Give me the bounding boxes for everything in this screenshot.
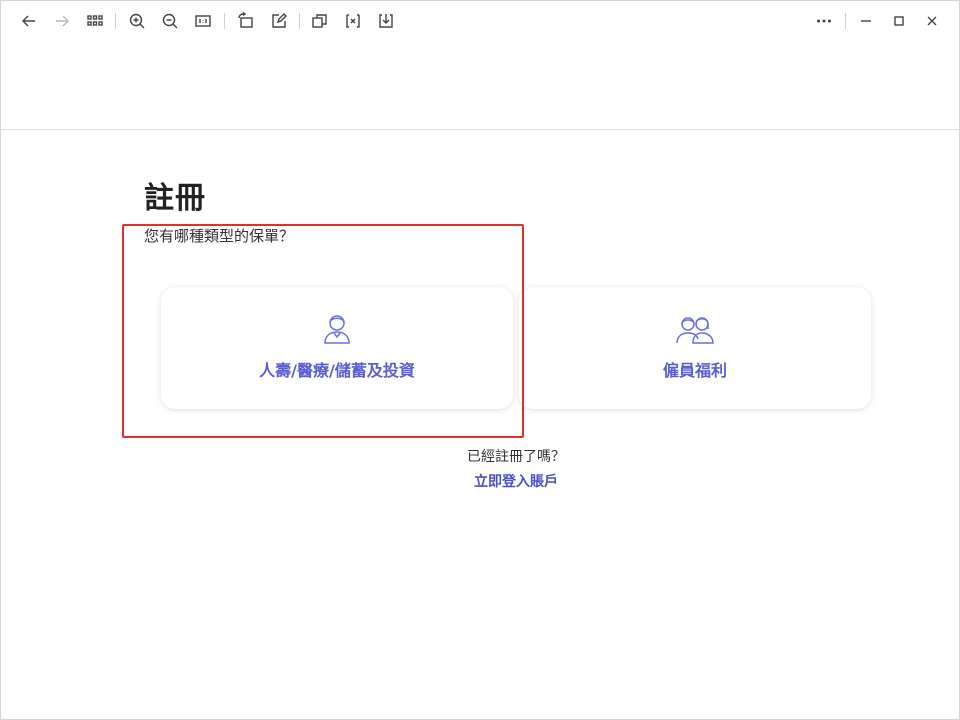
policy-type-card-individual[interactable]: 人壽/醫療/儲蓄及投資 — [161, 287, 513, 409]
people-icon — [675, 309, 715, 349]
card-label: 人壽/醫療/儲蓄及投資 — [259, 361, 415, 380]
actual-size-icon[interactable] — [191, 9, 215, 33]
zoom-in-icon[interactable] — [125, 9, 149, 33]
toolbar — [1, 1, 959, 41]
more-icon[interactable] — [812, 9, 836, 33]
forward-arrow-icon[interactable] — [50, 9, 74, 33]
grid-icon[interactable] — [83, 9, 107, 33]
person-icon — [317, 309, 357, 349]
minimize-icon[interactable] — [854, 9, 878, 33]
back-arrow-icon[interactable] — [17, 9, 41, 33]
policy-type-card-employee[interactable]: 僱員福利 — [519, 287, 871, 409]
download-icon[interactable] — [374, 9, 398, 33]
rotate-icon[interactable] — [234, 9, 258, 33]
header-divider — [1, 129, 959, 130]
edit-icon[interactable] — [267, 9, 291, 33]
card-label: 僱員福利 — [662, 361, 727, 380]
zoom-out-icon[interactable] — [158, 9, 182, 33]
close-icon[interactable] — [920, 9, 944, 33]
page-title: 註冊 — [144, 181, 206, 216]
page-subtitle: 您有哪種類型的保單？ — [144, 227, 295, 245]
maximize-icon[interactable] — [887, 9, 911, 33]
copy-icon[interactable] — [308, 9, 332, 33]
already-registered-text: 已經註冊了嗎？ — [467, 449, 565, 465]
formula-icon[interactable] — [341, 9, 365, 33]
login-link[interactable]: 立即登入賬戶 — [1, 471, 959, 491]
app-window: 註冊 您有哪種類型的保單？ 人壽/醫療/儲蓄及投資 僱員福利 已經註冊了嗎？ 立… — [0, 0, 960, 720]
